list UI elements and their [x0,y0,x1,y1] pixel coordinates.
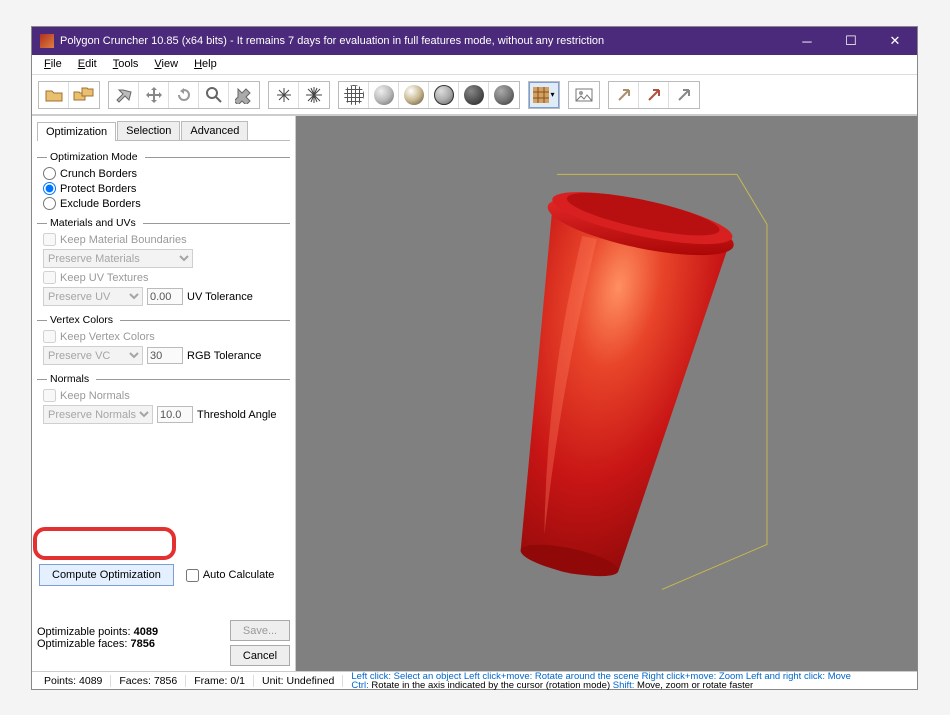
menu-tools[interactable]: Tools [107,57,145,72]
status-bar: Points: 4089 Faces: 7856 Frame: 0/1 Unit… [32,671,917,689]
star-icon[interactable] [299,82,329,108]
menu-bar: File Edit Tools View Help [32,55,917,75]
radio-protect-borders[interactable]: Protect Borders [43,182,290,195]
close-button[interactable]: ✕ [873,27,917,55]
status-unit: Unit: Undefined [254,675,343,687]
check-keep-uv-textures[interactable]: Keep UV Textures [43,271,290,284]
check-keep-material-boundaries[interactable]: Keep Material Boundaries [43,233,290,246]
group-vertex-colors: Vertex Colors [37,314,290,326]
flat-sphere-icon[interactable] [369,82,399,108]
tools-icon[interactable] [229,82,259,108]
dark-sphere-icon[interactable] [459,82,489,108]
wireframe-shaded-icon[interactable] [429,82,459,108]
title-bar: Polygon Cruncher 10.85 (x64 bits) - It r… [32,27,917,55]
input-uv-tolerance[interactable] [147,288,183,305]
app-icon [40,34,54,48]
tab-strip: Optimization Selection Advanced [37,121,290,141]
window-title: Polygon Cruncher 10.85 (x64 bits) - It r… [60,35,785,47]
minimize-button[interactable]: ─ [785,27,829,55]
grid-icon[interactable]: ▾ [529,82,559,108]
menu-help[interactable]: Help [188,57,223,72]
save-button[interactable]: Save... [230,620,290,641]
status-frame: Frame: 0/1 [186,675,254,687]
label-threshold-angle: Threshold Angle [197,409,277,421]
open-icon[interactable] [39,82,69,108]
check-keep-normals[interactable]: Keep Normals [43,389,290,402]
compute-optimization-button[interactable]: Compute Optimization [39,564,174,586]
group-normals: Normals [37,373,290,385]
input-threshold-angle[interactable] [157,406,193,423]
3d-viewport[interactable] [296,116,917,671]
tab-advanced[interactable]: Advanced [181,121,248,140]
tab-selection[interactable]: Selection [117,121,180,140]
check-keep-vertex-colors[interactable]: Keep Vertex Colors [43,330,290,343]
menu-edit[interactable]: Edit [72,57,103,72]
arrow1-icon[interactable] [609,82,639,108]
batch-icon[interactable] [69,82,99,108]
input-rgb-tolerance[interactable] [147,347,183,364]
radio-crunch-borders[interactable]: Crunch Borders [43,167,290,180]
select-preserve-normals[interactable]: Preserve Normals [43,405,153,424]
move-icon[interactable] [139,82,169,108]
tab-optimization[interactable]: Optimization [37,122,116,141]
options-panel: Optimization Selection Advanced Optimiza… [32,116,296,671]
explode-icon[interactable] [269,82,299,108]
rotate-icon[interactable] [169,82,199,108]
toolbar: ▾ [32,75,917,115]
3d-model-cup [397,144,817,624]
app-window: Polygon Cruncher 10.85 (x64 bits) - It r… [31,26,918,690]
select-preserve-vc[interactable]: Preserve VC [43,346,143,365]
check-auto-calculate[interactable]: Auto Calculate [186,569,275,582]
menu-view[interactable]: View [148,57,184,72]
hammer-icon[interactable] [109,82,139,108]
select-preserve-materials[interactable]: Preserve Materials [43,249,193,268]
zoom-icon[interactable] [199,82,229,108]
maximize-button[interactable]: ☐ [829,27,873,55]
textured-sphere-icon[interactable] [489,82,519,108]
menu-file[interactable]: File [38,57,68,72]
arrow2-icon[interactable] [639,82,669,108]
cancel-button[interactable]: Cancel [230,645,290,666]
smooth-sphere-icon[interactable] [399,82,429,108]
label-rgb-tolerance: RGB Tolerance [187,350,261,362]
group-optimization-mode: Optimization Mode [37,151,290,163]
group-materials-uvs: Materials and UVs [37,217,290,229]
select-preserve-uv[interactable]: Preserve UV [43,287,143,306]
arrow3-icon[interactable] [669,82,699,108]
status-hints: Left click: Select an object Left click+… [343,672,913,690]
status-points: Points: 4089 [36,675,111,687]
label-uv-tolerance: UV Tolerance [187,291,253,303]
wireframe-sphere-icon[interactable] [339,82,369,108]
radio-exclude-borders[interactable]: Exclude Borders [43,197,290,210]
preview-icon[interactable] [569,82,599,108]
status-faces: Faces: 7856 [111,675,186,687]
